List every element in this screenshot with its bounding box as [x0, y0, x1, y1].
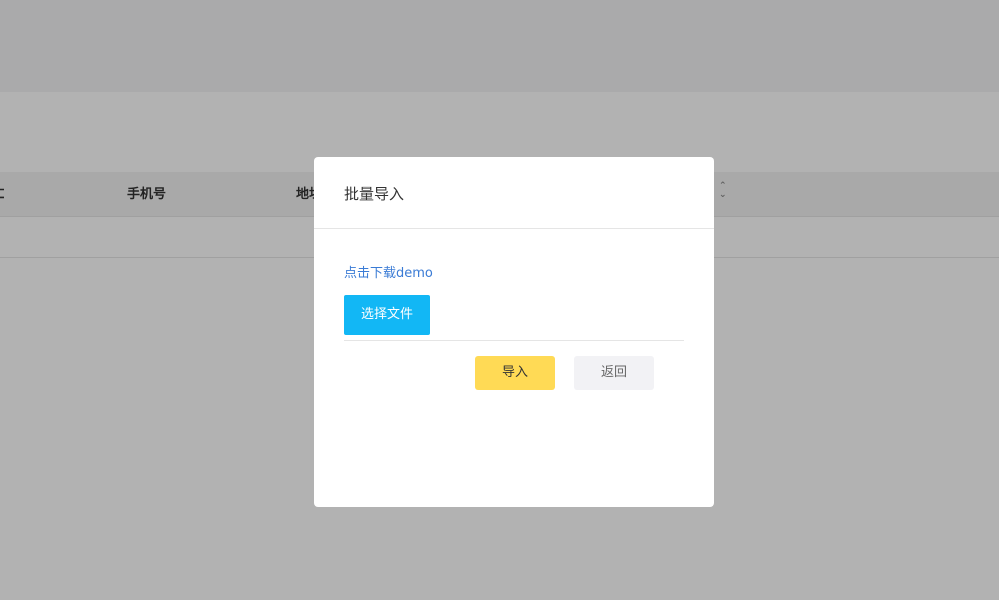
batch-import-dialog: 批量导入 点击下载demo 选择文件 导入 返回 [314, 157, 714, 507]
back-button[interactable]: 返回 [574, 356, 654, 390]
dialog-header: 批量导入 [314, 157, 714, 229]
page: 二 手机号 地址 间⌃⌄ 批量导入 点击下载demo 选择文件 导入 返回 [0, 0, 999, 600]
choose-file-button[interactable]: 选择文件 [344, 295, 430, 335]
divider [344, 340, 684, 341]
dialog-title: 批量导入 [344, 185, 405, 203]
download-demo-link[interactable]: 点击下载demo [344, 262, 433, 281]
import-button[interactable]: 导入 [475, 356, 555, 390]
